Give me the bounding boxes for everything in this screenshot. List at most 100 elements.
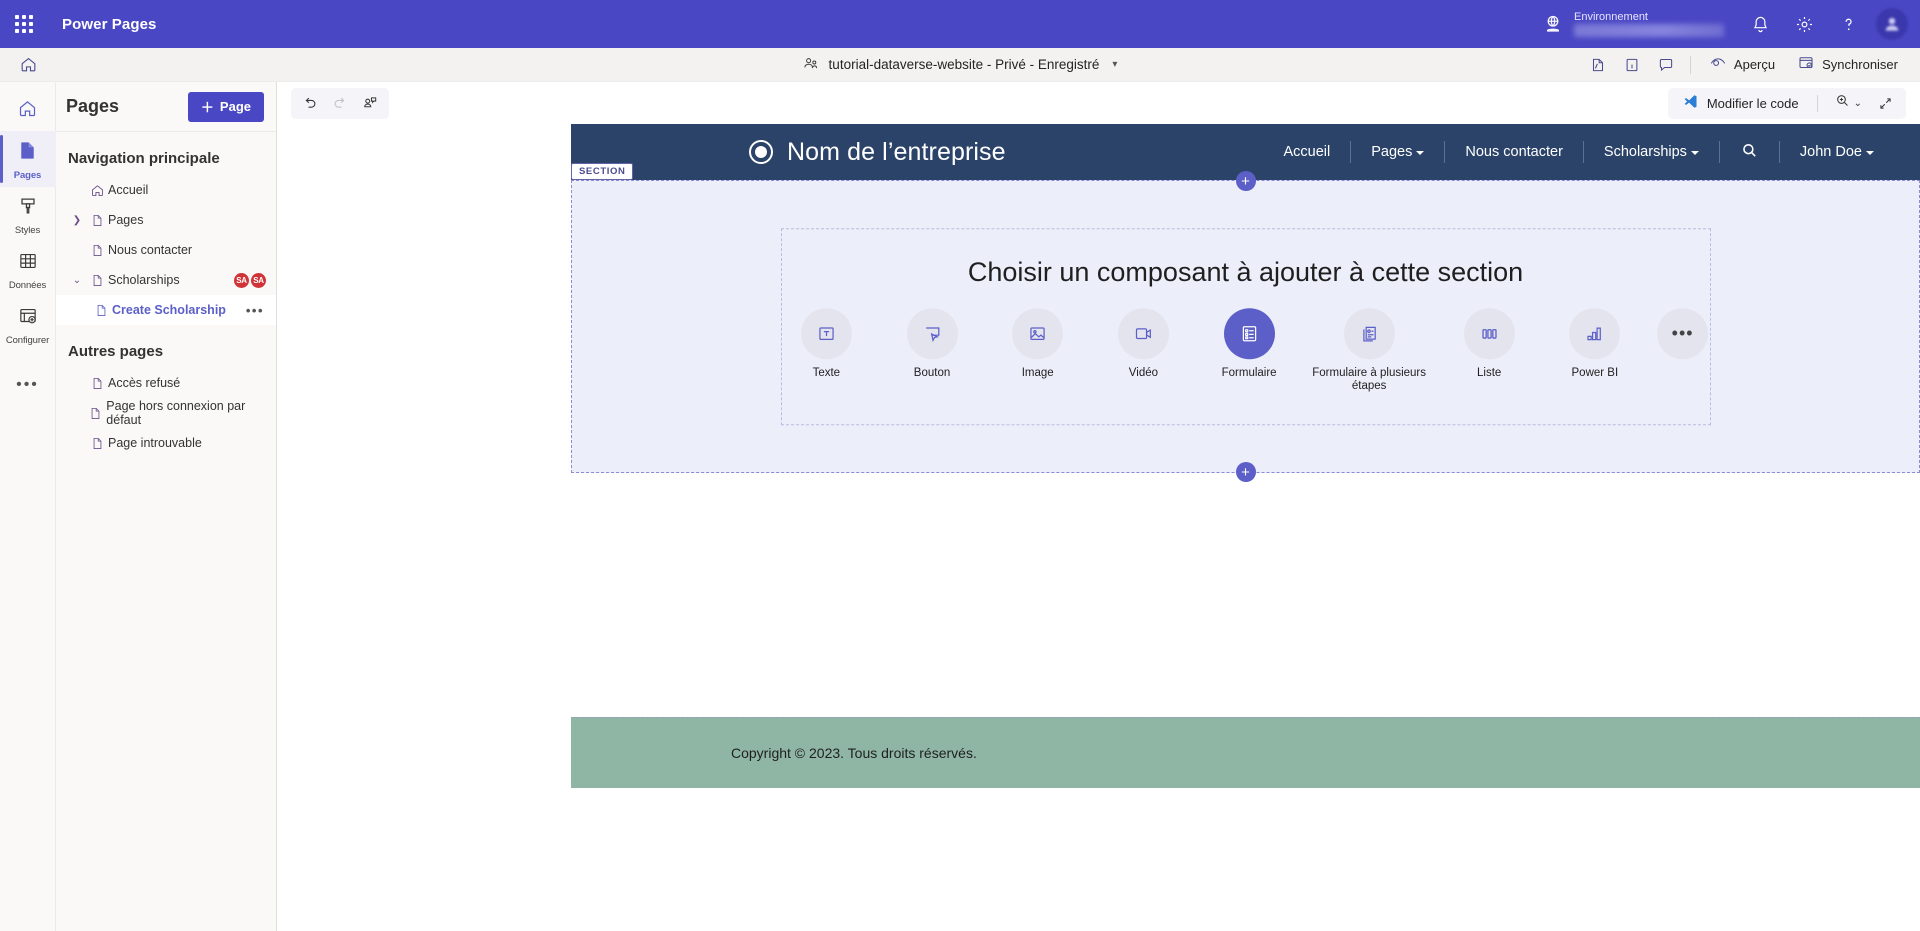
row-overflow-button[interactable]: ••• (246, 303, 276, 318)
vscode-icon (1682, 93, 1699, 113)
nav-item-create-scholarship[interactable]: Create Scholarship ••• (56, 295, 276, 325)
history-tools (291, 88, 389, 119)
environment-selector[interactable]: Environnement (1542, 11, 1724, 37)
zoom-control[interactable]: ⌄ (1828, 90, 1868, 117)
sync-button[interactable]: Synchroniser (1787, 50, 1908, 80)
page-icon (86, 436, 108, 451)
page-icon (90, 303, 112, 318)
component-power-bi[interactable]: Power BI (1550, 308, 1640, 381)
component-label: Formulaire à plusieurs étapes (1310, 367, 1428, 395)
add-section-above-button[interactable]: + (1236, 171, 1256, 191)
nav-item-label: Page introuvable (108, 436, 202, 450)
add-section-below-button[interactable]: + (1236, 462, 1256, 482)
component-picker: Choisir un composant à ajouter à cette s… (781, 228, 1711, 426)
page-icon (86, 243, 108, 258)
nav-item-page-introuvable[interactable]: Page introuvable (56, 428, 276, 458)
sidebar-item-label: Configurer (6, 335, 49, 346)
expand-diagonal-icon[interactable] (1870, 90, 1900, 117)
component-texte[interactable]: Texte (782, 308, 872, 381)
site-nav-user[interactable]: John Doe (1780, 144, 1894, 160)
chevron-down-icon (1866, 151, 1874, 155)
command-bar-actions: Aperçu Synchroniser (1582, 50, 1920, 80)
command-bar: tutorial-dataverse-website - Privé - Enr… (0, 48, 1920, 82)
component-label: Liste (1477, 367, 1501, 381)
divider (1817, 95, 1818, 112)
add-page-button[interactable]: ＋ Page (188, 92, 264, 122)
site-nav-scholarships[interactable]: Scholarships (1584, 144, 1719, 160)
nav-item-nous-contacter[interactable]: Nous contacter (56, 235, 276, 265)
undo-arrow-icon[interactable] (295, 90, 325, 117)
component-liste[interactable]: Liste (1444, 308, 1534, 381)
component-label: Power BI (1572, 367, 1619, 381)
zoom-in-magnifier-icon (1834, 92, 1851, 114)
component-more[interactable]: ••• (1656, 308, 1710, 359)
nav-item-acces-refuse[interactable]: Accès refusé (56, 368, 276, 398)
section-editable-zone[interactable]: SECTION + Choisir un composant à ajouter… (571, 180, 1920, 473)
chevron-right-icon[interactable]: ❯ (68, 215, 86, 226)
site-brand[interactable]: Nom de l’entreprise (749, 138, 1006, 167)
site-nav-label: Accueil (1284, 144, 1331, 160)
nav-item-label: Nous contacter (108, 243, 192, 257)
home-icon[interactable] (0, 48, 56, 82)
component-formulaire-multietapes[interactable]: Formulaire à plusieurs étapes (1310, 308, 1428, 395)
page-icon (86, 273, 108, 288)
site-nav-label: Nous contacter (1465, 144, 1563, 160)
waffle-grid-icon[interactable] (0, 0, 48, 48)
footer-copyright-text: Copyright © 2023. Tous droits réservés. (731, 745, 977, 761)
annotation-comment-icon[interactable] (355, 90, 385, 117)
sidebar-item-label: Données (9, 280, 46, 291)
sidebar-item-donnees[interactable]: Données (0, 242, 56, 297)
home-icon (86, 183, 108, 198)
nav-item-page-hors-connexion[interactable]: Page hors connexion par défaut (56, 398, 276, 428)
user-avatar[interactable] (1876, 8, 1908, 40)
status-badge-group: SA SA (234, 273, 276, 288)
rail-home-button[interactable] (0, 86, 56, 131)
component-video[interactable]: Vidéo (1099, 308, 1189, 381)
info-icon[interactable] (1616, 50, 1648, 80)
search-icon (1740, 141, 1759, 164)
nav-item-scholarships[interactable]: ⌄ Scholarships SA SA (56, 265, 276, 295)
setup-gear-icon (17, 305, 39, 332)
sidebar-item-configurer[interactable]: Configurer (0, 297, 56, 352)
sidebar-item-label: Styles (15, 225, 40, 236)
site-title-dropdown[interactable]: tutorial-dataverse-website - Privé - Enr… (803, 55, 1118, 75)
sync-browser-icon (1797, 54, 1815, 75)
rail-overflow-button[interactable]: ••• (16, 362, 39, 408)
environment-label: Environnement (1574, 11, 1724, 24)
component-formulaire[interactable]: Formulaire (1204, 308, 1294, 381)
feedback-chat-icon[interactable] (1650, 50, 1682, 80)
form-icon (1224, 308, 1275, 359)
nav-item-accueil[interactable]: Accueil (56, 175, 276, 205)
component-bouton[interactable]: Bouton (887, 308, 977, 381)
bell-icon[interactable] (1738, 0, 1782, 48)
pages-panel-header: Pages ＋ Page (56, 82, 276, 132)
pages-panel: Pages ＋ Page Navigation principale Accue… (56, 82, 277, 931)
nav-item-label: Accueil (108, 183, 148, 197)
site-nav-nous-contacter[interactable]: Nous contacter (1445, 144, 1583, 160)
nav-item-label: Accès refusé (108, 376, 180, 390)
power-bi-chart-icon (1569, 308, 1620, 359)
gear-icon[interactable] (1782, 0, 1826, 48)
component-picker-title: Choisir un composant à ajouter à cette s… (782, 257, 1710, 288)
edit-code-button[interactable]: Modifier le code (1674, 90, 1807, 117)
site-nav-pages[interactable]: Pages (1351, 144, 1444, 160)
nav-item-pages[interactable]: ❯ Pages (56, 205, 276, 235)
site-nav-accueil[interactable]: Accueil (1264, 144, 1351, 160)
page-icon (16, 139, 39, 167)
nav-item-label: Pages (108, 213, 143, 227)
preview-button[interactable]: Aperçu (1699, 50, 1785, 80)
site-search-button[interactable] (1720, 141, 1779, 164)
sidebar-item-pages[interactable]: Pages (0, 131, 56, 187)
sidebar-item-styles[interactable]: Styles (0, 187, 56, 242)
status-badge: SA (234, 273, 249, 288)
sync-label: Synchroniser (1822, 57, 1898, 72)
people-site-icon (803, 55, 820, 75)
question-mark-icon[interactable] (1826, 0, 1870, 48)
chevron-down-icon[interactable]: ⌄ (68, 275, 86, 286)
redo-arrow-icon[interactable] (325, 90, 355, 117)
video-camera-icon (1118, 308, 1169, 359)
nav-item-label: Scholarships (108, 273, 180, 287)
dataverse-icon[interactable] (1582, 50, 1614, 80)
component-image[interactable]: Image (993, 308, 1083, 381)
chevron-down-icon: ⌄ (1854, 98, 1862, 109)
